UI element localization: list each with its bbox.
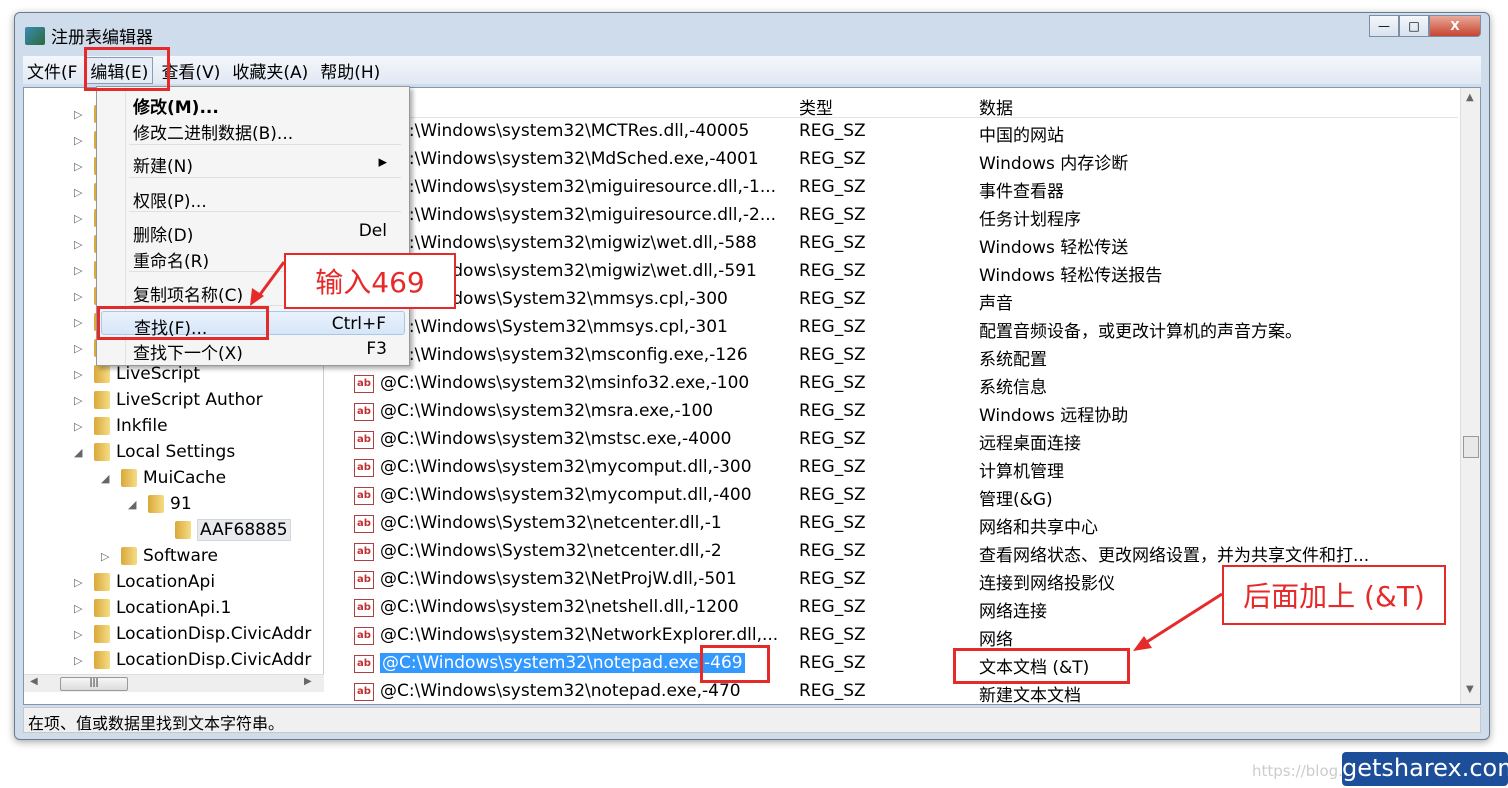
arrowhead (1133, 636, 1152, 651)
getsharex-logo: getsharex.com (1342, 752, 1508, 786)
arrow-to-data (1141, 592, 1223, 647)
annotation-arrows (250, 261, 1223, 651)
